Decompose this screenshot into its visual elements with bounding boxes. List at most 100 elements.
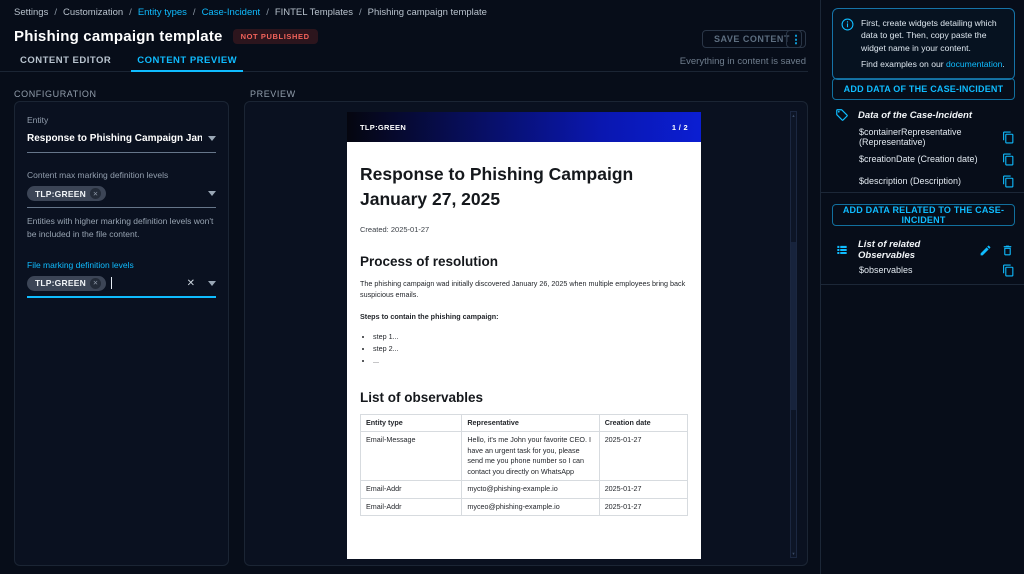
edit-icon[interactable] — [979, 244, 992, 257]
widget-item-label: $observables — [859, 265, 913, 275]
breadcrumb-separator: / — [359, 7, 362, 18]
doc-page-indicator: 1 / 2 — [672, 123, 688, 132]
clear-icon[interactable]: ✕ — [187, 278, 195, 289]
table-header: Creation date — [599, 415, 687, 432]
case-data-section-header: Data of the Case-Incident — [835, 108, 1014, 122]
configuration-label: CONFIGURATION — [14, 89, 97, 99]
table-cell: Email-Message — [361, 432, 462, 481]
main-area: Settings / Customization / Entity types … — [0, 0, 820, 574]
page-title: Phishing campaign template — [14, 28, 223, 45]
doc-created-date: Created: 2025-01-27 — [360, 225, 688, 234]
scrollbar-thumb[interactable] — [791, 242, 796, 410]
file-marking-select[interactable]: TLP:GREEN ✕ ✕ — [27, 275, 216, 298]
scroll-down-icon[interactable]: ▼ — [791, 551, 796, 556]
copy-icon[interactable] — [1002, 131, 1015, 144]
document-header: TLP:GREEN 1 / 2 — [347, 112, 701, 142]
doc-tlp-marking: TLP:GREEN — [360, 123, 406, 132]
breadcrumb: Settings / Customization / Entity types … — [14, 7, 487, 18]
table-cell: Email-Addr — [361, 498, 462, 515]
divider — [821, 192, 1024, 193]
copy-icon[interactable] — [1002, 153, 1015, 166]
doc-step: step 1... — [373, 331, 688, 343]
breadcrumb-settings[interactable]: Settings — [14, 7, 48, 18]
kebab-menu-button[interactable]: ⋮ — [786, 30, 806, 48]
breadcrumb-customization[interactable]: Customization — [63, 7, 123, 18]
doc-steps-list: step 1... step 2... ... — [373, 331, 688, 366]
widget-item-creation-date: $creationDate (Creation date) — [859, 149, 1015, 169]
chevron-down-icon — [208, 281, 216, 286]
chip-label: TLP:GREEN — [35, 189, 86, 199]
widget-item-label: $description (Description) — [859, 176, 961, 186]
widget-item-container-representative: $containerRepresentative (Representative… — [859, 127, 1015, 147]
breadcrumb-separator: / — [54, 7, 57, 18]
list-icon — [835, 243, 849, 257]
title-row: Phishing campaign template NOT PUBLISHED — [14, 28, 318, 45]
file-marking-label: File marking definition levels — [27, 260, 216, 270]
widget-item-label: $creationDate (Creation date) — [859, 154, 978, 164]
info-line-2: Find examples on our documentation. — [861, 58, 1006, 70]
case-data-section-title: Data of the Case-Incident — [858, 110, 972, 121]
doc-paragraph: The phishing campaign wad initially disc… — [360, 278, 688, 300]
chip-label: TLP:GREEN — [35, 278, 86, 288]
text-cursor — [111, 277, 112, 289]
widget-item-observables: $observables — [859, 260, 1015, 280]
related-observables-section-title: List of related Observables — [858, 239, 970, 261]
tab-content-preview[interactable]: CONTENT PREVIEW — [131, 52, 243, 71]
widget-item-label: $containerRepresentative (Representative… — [859, 127, 1002, 147]
chip-delete-icon[interactable]: ✕ — [90, 278, 101, 289]
table-row: Email-Addr mycto@phishing-example.io 202… — [361, 481, 688, 498]
delete-icon[interactable] — [1001, 244, 1014, 257]
info-line-2-prefix: Find examples on our — [861, 59, 946, 69]
doc-title: Response to Phishing Campaign January 27… — [360, 162, 688, 211]
scroll-up-icon[interactable]: ▲ — [791, 113, 796, 118]
info-line-1: First, create widgets detailing which da… — [861, 17, 1006, 54]
info-box: First, create widgets detailing which da… — [832, 8, 1015, 80]
kebab-icon: ⋮ — [791, 33, 802, 46]
doc-section-process: Process of resolution — [360, 254, 688, 269]
breadcrumb-case-incident[interactable]: Case-Incident — [202, 7, 261, 18]
table-row: Email-Addr myceo@phishing-example.io 202… — [361, 498, 688, 515]
add-data-button[interactable]: ADD DATA OF THE CASE-INCIDENT — [832, 78, 1015, 100]
copy-icon[interactable] — [1002, 264, 1015, 277]
app-root: Settings / Customization / Entity types … — [0, 0, 1024, 574]
tag-icon — [835, 108, 849, 122]
tab-content-editor[interactable]: CONTENT EDITOR — [14, 52, 117, 71]
breadcrumb-separator: / — [129, 7, 132, 18]
widgets-sidebar: First, create widgets detailing which da… — [820, 0, 1024, 574]
table-row: Email-Message Hello, it's me John your f… — [361, 432, 688, 481]
content-max-marking-select[interactable]: TLP:GREEN ✕ — [27, 185, 216, 208]
doc-steps-label: Steps to contain the phishing campaign: — [360, 311, 688, 322]
breadcrumb-entity-types[interactable]: Entity types — [138, 7, 187, 18]
file-marking-field: File marking definition levels TLP:GREEN… — [27, 260, 216, 298]
entity-select[interactable]: Response to Phishing Campaign January ..… — [27, 130, 216, 153]
tlp-green-chip[interactable]: TLP:GREEN ✕ — [27, 186, 106, 201]
info-text: First, create widgets detailing which da… — [861, 17, 1006, 71]
preview-scrollbar[interactable]: ▲ ▼ — [790, 111, 797, 558]
observables-table: Entity type Representative Creation date… — [360, 414, 688, 516]
entity-select-value: Response to Phishing Campaign January ..… — [27, 133, 202, 144]
table-cell: 2025-01-27 — [599, 432, 687, 481]
configuration-panel: Entity Response to Phishing Campaign Jan… — [14, 101, 229, 566]
content-max-marking-field: Content max marking definition levels TL… — [27, 170, 216, 241]
tlp-green-chip[interactable]: TLP:GREEN ✕ — [27, 276, 106, 291]
document-preview-page: TLP:GREEN 1 / 2 Response to Phishing Cam… — [347, 112, 701, 559]
add-related-data-button[interactable]: ADD DATA RELATED TO THE CASE-INCIDENT — [832, 204, 1015, 226]
widget-item-description: $description (Description) — [859, 171, 1015, 191]
documentation-link[interactable]: documentation — [946, 59, 1002, 69]
chevron-down-icon — [208, 136, 216, 141]
chevron-down-icon — [208, 191, 216, 196]
related-observables-section-header: List of related Observables — [835, 239, 1014, 261]
chip-delete-icon[interactable]: ✕ — [90, 188, 101, 199]
breadcrumb-current-page: Phishing campaign template — [368, 7, 487, 18]
table-cell: mycto@phishing-example.io — [462, 481, 599, 498]
table-cell: Email-Addr — [361, 481, 462, 498]
doc-step: step 2... — [373, 343, 688, 355]
entity-label: Entity — [27, 115, 216, 125]
table-cell: Hello, it's me John your favorite CEO. I… — [462, 432, 599, 481]
breadcrumb-separator: / — [193, 7, 196, 18]
breadcrumb-fintel-templates[interactable]: FINTEL Templates — [275, 7, 353, 18]
content-max-marking-helper: Entities with higher marking definition … — [27, 215, 216, 241]
breadcrumb-separator: / — [266, 7, 269, 18]
copy-icon[interactable] — [1002, 175, 1015, 188]
table-cell: myceo@phishing-example.io — [462, 498, 599, 515]
